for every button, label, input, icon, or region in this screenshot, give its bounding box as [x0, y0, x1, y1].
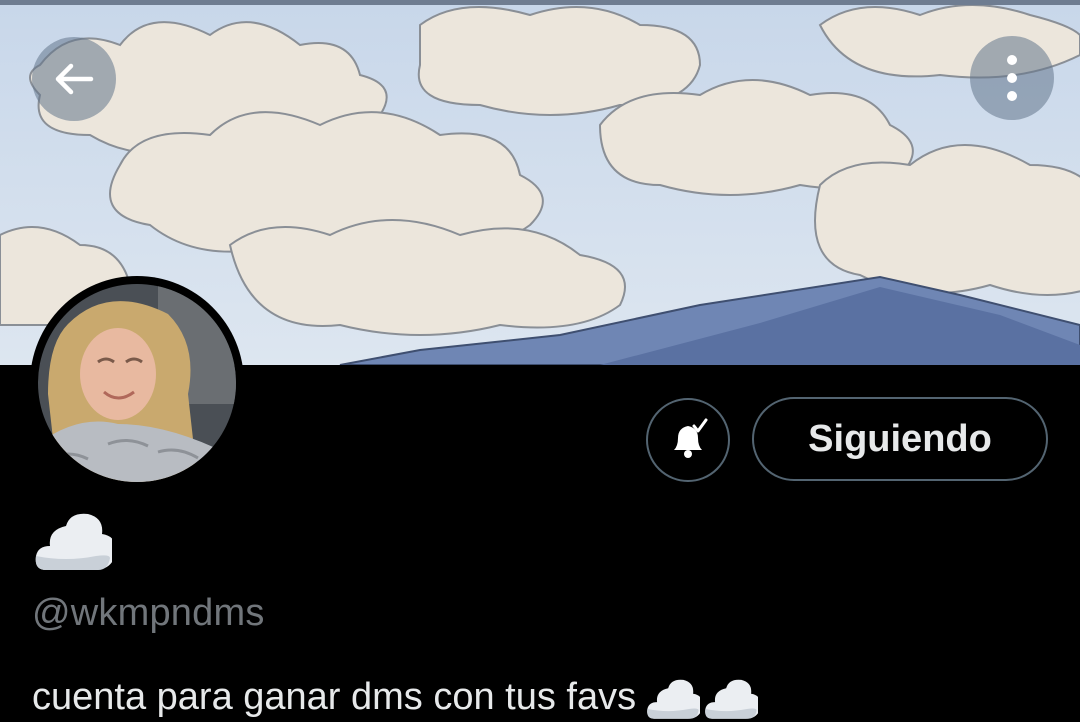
avatar-image [38, 284, 236, 482]
profile-bio: cuenta para ganar dms con tus favs [32, 676, 1072, 722]
more-options-button[interactable] [970, 36, 1054, 120]
cloud-emoji-icon [705, 679, 759, 719]
back-button[interactable] [32, 37, 116, 121]
display-name [34, 512, 116, 576]
cloud-emoji-icon [647, 679, 701, 719]
more-vertical-icon [1007, 55, 1017, 101]
cloud-emoji-icon [35, 513, 116, 570]
avatar[interactable] [30, 276, 244, 490]
bio-text: cuenta para ganar dms con tus favs [32, 676, 637, 718]
bell-check-icon [674, 418, 708, 458]
profile-handle: @wkmpndms [32, 592, 265, 634]
notifications-button[interactable] [646, 398, 730, 482]
following-button[interactable]: Siguiendo [752, 397, 1048, 481]
arrow-left-icon [55, 63, 94, 95]
